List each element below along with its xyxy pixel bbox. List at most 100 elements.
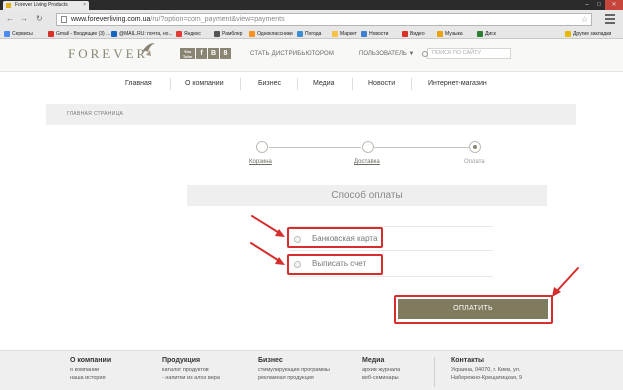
nav-media[interactable]: Медиа <box>313 80 335 87</box>
user-menu[interactable]: ПОЛЬЗОВАТЕЛЬ ▼ <box>359 51 414 57</box>
footer-link[interactable]: стимулирующие программы <box>258 366 330 374</box>
step-connector <box>269 147 361 148</box>
arrow-to-card-option <box>251 215 282 235</box>
breadcrumb-home-link[interactable]: ГЛАВНАЯ СТРАНИЦА <box>67 111 123 117</box>
bookmark-label: Маркет <box>340 31 357 37</box>
footer-address-line: Украина, 04070, г. Киев, ул. <box>451 367 521 373</box>
footer-col-business: Бизнес стимулирующие программы рекламная… <box>258 357 330 382</box>
facebook-icon[interactable]: f <box>196 48 207 59</box>
forward-arrow-icon[interactable]: → <box>20 14 28 23</box>
bookmark-icon <box>249 31 255 37</box>
vkontakte-icon[interactable]: B <box>208 48 219 59</box>
step-payment-circle <box>469 141 481 153</box>
footer-divider <box>434 357 435 387</box>
bookmark-label: Диск <box>485 31 496 37</box>
arrow-head-pay <box>552 287 561 297</box>
bookmark-icon <box>48 31 54 37</box>
footer-heading[interactable]: Контакты <box>451 357 522 365</box>
bookmark-icon <box>332 31 338 37</box>
bookmark-icon <box>565 31 571 37</box>
url-host: www.foreverliving.com.ua <box>71 16 151 23</box>
youtube-icon[interactable]: You Tube <box>180 48 195 59</box>
footer-link[interactable]: архив журнала <box>362 366 400 374</box>
highlight-pay-button <box>394 295 553 324</box>
highlight-card-option <box>287 227 383 248</box>
bookmark-item[interactable]: @MAIL.RU: почта, но... <box>111 30 173 38</box>
footer-heading[interactable]: Бизнес <box>258 357 330 365</box>
browser-tab[interactable]: Forever Living Products × <box>3 1 89 10</box>
browser-titlebar: Forever Living Products × – □ ✕ <box>0 0 623 10</box>
bookmark-label: Погода <box>305 31 322 37</box>
bookmark-label: Музыка <box>445 31 463 37</box>
bookmark-icon <box>4 31 10 37</box>
bookmark-star-icon[interactable]: ☆ <box>581 14 588 25</box>
footer-link[interactable]: каталог продуктов <box>162 366 220 374</box>
site-search-input[interactable]: ПОИСК ПО САЙТУ <box>422 48 511 59</box>
footer-heading[interactable]: О компании <box>70 357 111 365</box>
bookmark-icon <box>477 31 483 37</box>
footer-address-line: Набережно-Крещатицкая, 9 <box>451 375 523 381</box>
bookmark-item[interactable]: Gmail - Входящие (3) ... <box>48 30 110 38</box>
bookmark-label: Видео <box>410 31 425 37</box>
main-nav: Главная О компании Бизнес Медиа Новости … <box>0 72 623 96</box>
bookmark-item[interactable]: Погода <box>297 30 321 38</box>
site-favicon-icon <box>6 3 11 8</box>
footer-col-media: Медиа архив журнала веб-семинары <box>362 357 400 382</box>
bookmark-label: @MAIL.RU: почта, но... <box>119 31 173 37</box>
footer-heading[interactable]: Медиа <box>362 357 400 365</box>
nav-about[interactable]: О компании <box>185 80 224 87</box>
bookmark-item[interactable]: Новости <box>361 30 388 38</box>
become-distributor-link[interactable]: СТАТЬ ДИСТРИБЬЮТОРОМ <box>250 51 334 57</box>
maximize-icon[interactable]: □ <box>593 0 605 10</box>
back-arrow-icon[interactable]: ← <box>6 14 14 23</box>
bookmark-icon <box>402 31 408 37</box>
nav-divider <box>240 78 241 90</box>
step-delivery-circle <box>362 141 374 153</box>
browser-menu-icon[interactable] <box>605 14 615 24</box>
url-path: /ru/?option=com_payment&view=payments <box>150 16 285 23</box>
address-bar[interactable]: www.foreverliving.com.ua/ru/?option=com_… <box>56 13 592 26</box>
bookmark-label: Яндекс <box>184 31 201 37</box>
window-close-icon[interactable]: ✕ <box>605 0 623 10</box>
bookmark-item[interactable]: Диск <box>477 30 496 38</box>
bookmark-icon <box>176 31 182 37</box>
forever-logo[interactable]: FOREVER <box>68 46 148 62</box>
bookmark-label: Новости <box>369 31 389 37</box>
aloe-bird-logo-icon <box>141 43 155 56</box>
minimize-icon[interactable]: – <box>581 0 593 10</box>
tab-close-icon[interactable]: × <box>83 1 86 10</box>
nav-news[interactable]: Новости <box>368 80 395 87</box>
bookmark-item[interactable]: Рамблер <box>214 30 242 38</box>
reload-icon[interactable]: ↻ <box>36 14 43 23</box>
footer-link[interactable]: наша история <box>70 374 111 382</box>
nav-business[interactable]: Бизнес <box>258 80 281 87</box>
nav-divider <box>352 78 353 90</box>
step-connector <box>374 147 469 148</box>
bookmark-item[interactable]: Музыка <box>437 30 463 38</box>
arrow-to-invoice-option <box>250 242 282 263</box>
bookmark-item[interactable]: Видео <box>402 30 425 38</box>
arrow-head-card <box>275 229 285 237</box>
step-delivery-link[interactable]: Доставка <box>354 159 380 165</box>
bookmark-item[interactable]: Яндекс <box>176 30 201 38</box>
bookmark-item[interactable]: Другие закладки <box>565 30 611 38</box>
nav-shop[interactable]: Интернет-магазин <box>428 80 487 87</box>
footer-link[interactable]: веб-семинары <box>362 374 400 382</box>
payment-method-title: Способ оплаты <box>187 185 547 206</box>
bookmark-item[interactable]: Одноклассники <box>249 30 293 38</box>
footer-link[interactable]: - напитки из алоэ вера <box>162 374 220 382</box>
bookmark-item[interactable]: Сервисы <box>4 30 33 38</box>
step-cart-link[interactable]: Корзина <box>249 159 272 165</box>
footer-link[interactable]: рекламная продукция <box>258 374 330 382</box>
bookmark-label: Сервисы <box>12 31 33 37</box>
bookmark-icon <box>297 31 303 37</box>
bookmark-item[interactable]: Маркет <box>332 30 357 38</box>
bookmark-label: Рамблер <box>222 31 243 37</box>
odnoklassniki-icon[interactable]: 8 <box>220 48 231 59</box>
nav-home[interactable]: Главная <box>125 80 152 87</box>
bookmark-icon <box>361 31 367 37</box>
bookmark-label: Другие закладки <box>573 31 612 37</box>
footer-heading[interactable]: Продукция <box>162 357 220 365</box>
footer-link[interactable]: о компании <box>70 366 111 374</box>
nav-divider <box>170 78 171 90</box>
